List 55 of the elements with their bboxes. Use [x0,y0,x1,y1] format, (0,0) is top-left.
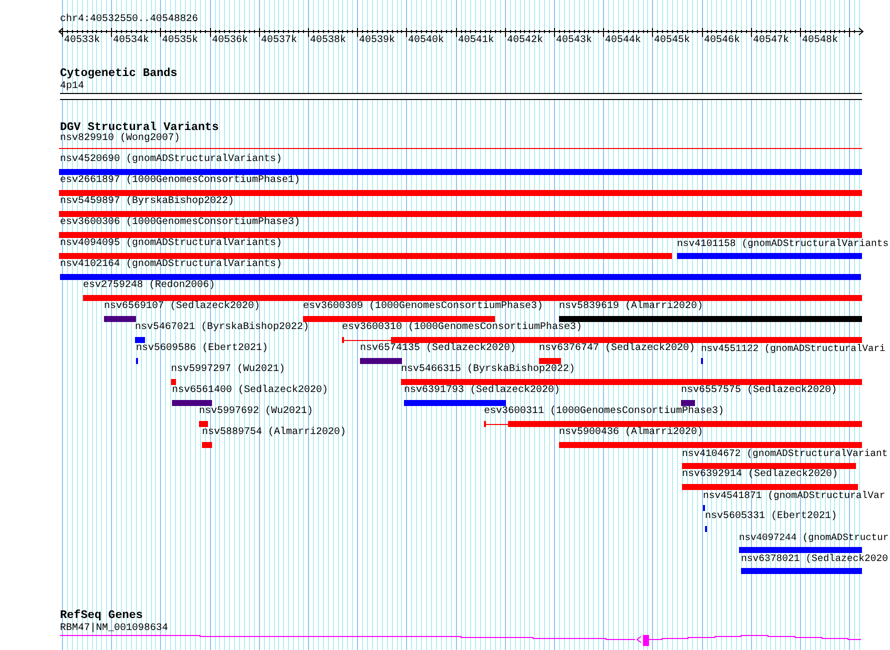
variant-label: esv3600309 (1000GenomesConsortiumPhase3) [303,302,544,312]
tick-label: 40539k [359,36,396,46]
variant-label: nsv5609586 (Ebert2021) [136,344,268,354]
variant-label: nsv6574135 (Sedlazeck2020) [360,344,516,354]
variant-label: nsv5466315 (ByrskaBishop2022) [401,365,576,375]
tick-label: 40543k [556,36,592,46]
variant-label: nsv829910 (Wong2007) [60,134,180,144]
track-title: DGV Structural Variants [60,122,219,134]
tick-label: 40541k [458,36,494,46]
tick-label: 40535k [162,36,198,46]
variant-label: nsv4094095 (gnomADStructuralVariants) [60,239,282,249]
variant-label: nsv5997692 (Wu2021) [199,407,314,417]
track-title: Cytogenetic Bands [60,68,178,80]
variant-label: nsv6561400 (Sedlazeck2020) [172,386,328,396]
variant-label: nsv5459897 (ByrskaBishop2022) [60,197,234,207]
variant-label: nsv6557575 (Sedlazeck2020) [681,386,838,396]
variant-label: nsv4097244 (gnomADStructur [739,533,889,543]
tick-label: 40547k [753,36,790,46]
tick-label: 40544k [605,36,642,46]
tick-label: 40536k [212,36,248,46]
variant-label: nsv5889754 (Almarri2020) [202,428,346,438]
variant-label: nsv4551122 (gnomADStructuralVari [701,344,886,354]
variant-label: nsv6378021 (Sedlazeck2020 [741,554,888,564]
tick-label: 40540k [408,36,444,46]
variant-label: nsv5997297 (Wu2021) [171,365,286,375]
tick-label: 40546k [704,36,740,46]
tick-label: 40533k [64,36,100,46]
variant-label: esv3600311 (1000GenomesConsortiumPhase3) [484,407,724,417]
variant-label: nsv4104672 (gnomADStructuralVariant [682,449,888,459]
variant-label: esv3600306 (1000GenomesConsortiumPhase3) [60,218,300,228]
variant-label: nsv6376747 (Sedlazeck2020) [539,344,696,354]
variant-label: nsv5605331 (Ebert2021) [705,512,838,522]
tick-label: 40548k [802,36,838,46]
variant-label: esv2759248 (Redon2006) [83,281,216,291]
variant-label: nsv4101158 (gnomADStructuralVariants [677,239,889,249]
variant-label: esv2661897 (1000GenomesConsortiumPhase1) [60,176,300,186]
variant-label: nsv4541871 (gnomADStructuralVar [703,491,886,501]
variant-label: nsv6392914 (Sedlazeck2020) [682,470,838,480]
track-title: RefSeq Genes [60,610,143,622]
variant-label: nsv4520690 (gnomADStructuralVariants) [60,155,282,165]
tick-label: 40537k [261,36,298,46]
tick-label: 40534k [113,36,150,46]
location-label: chr4:40532550..40548826 [60,15,198,25]
variant-label: esv3600310 (1000GenomesConsortiumPhase3) [342,323,582,333]
variant-label: nsv4102164 (gnomADStructuralVariants) [60,260,282,270]
variant-label: nsv6569107 (Sedlazeck2020) [104,302,260,312]
tick-label: 40538k [310,36,346,46]
tick-label: 40545k [654,36,690,46]
variant-label: nsv6391793 (Sedlazeck2020) [404,386,560,396]
variant-label: nsv5467021 (ByrskaBishop2022) [135,323,310,333]
variant-label: nsv5900436 (Almarri2020) [559,428,704,438]
tick-label: 40542k [507,36,544,46]
gene-label: RBM47|NM_001098634 [60,624,168,634]
band-label: 4p14 [60,82,84,92]
variant-label: nsv5839619 (Almarri2020) [559,302,704,312]
